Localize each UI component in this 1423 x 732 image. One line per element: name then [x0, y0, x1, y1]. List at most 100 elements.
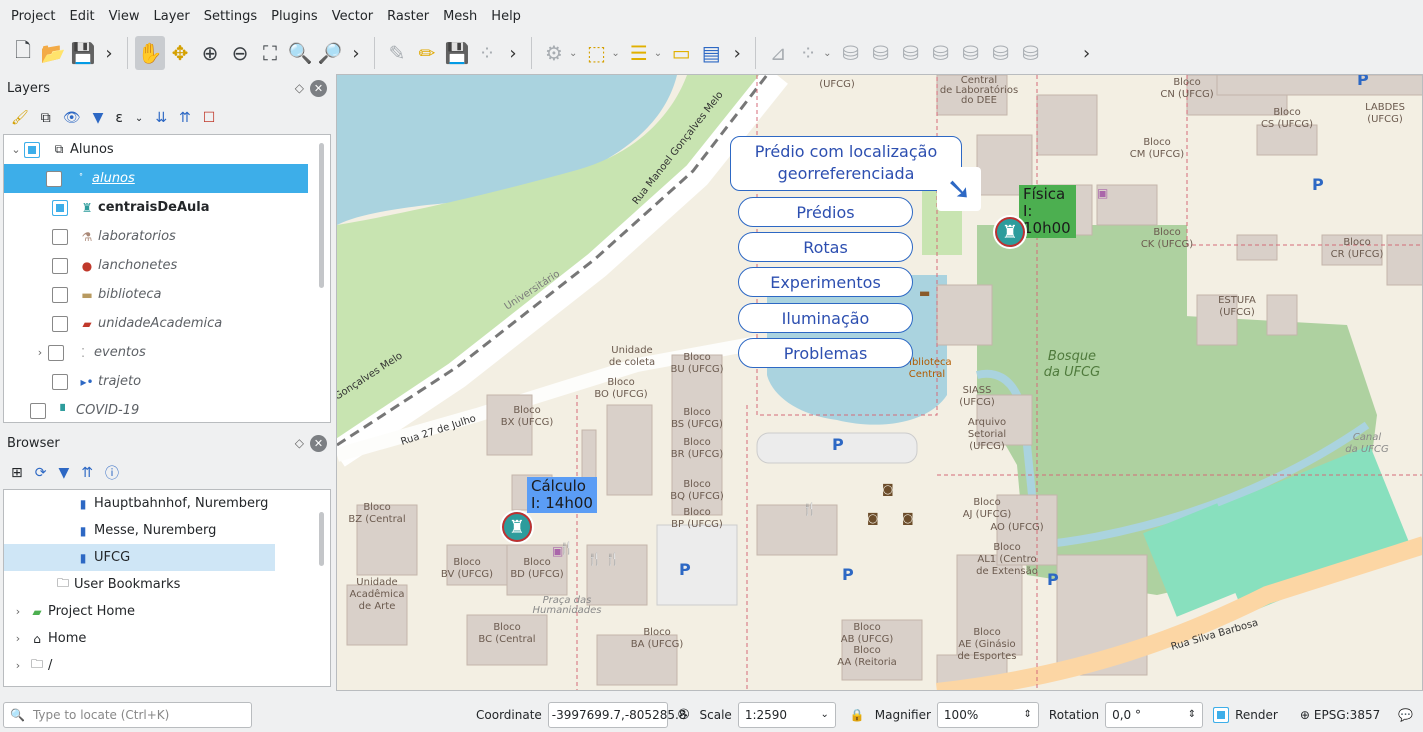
chevron-right-icon[interactable]: ›	[10, 605, 26, 618]
layer-checkbox[interactable]	[52, 257, 68, 274]
layer-item-covid19[interactable]: ▘ COVID-19	[4, 396, 330, 422]
magnifier-spinbox[interactable]: 100% ⇕	[936, 701, 1039, 728]
zoom-out-icon[interactable]: ⊖	[225, 36, 255, 70]
crs-globe-icon[interactable]: ⊕	[1300, 708, 1310, 722]
collapse-all-icon[interactable]: ⇈	[81, 465, 93, 481]
layer-checkbox[interactable]	[24, 141, 40, 158]
menu-plugins[interactable]: Plugins	[264, 9, 325, 24]
layer-checkbox[interactable]	[46, 170, 62, 187]
toolbar-overflow-chevron-icon[interactable]: ›	[502, 43, 524, 64]
layer-checkbox[interactable]	[52, 373, 68, 390]
browser-item-root[interactable]: › 🗀 /	[4, 652, 330, 679]
menu-edit[interactable]: Edit	[62, 9, 101, 24]
toolbar-overflow-chevron-icon[interactable]: ›	[345, 43, 367, 64]
zoom-full-icon[interactable]: ⛶	[255, 36, 285, 70]
save-edits-icon[interactable]: 💾	[442, 36, 472, 70]
button-iluminacao[interactable]: Iluminação	[738, 303, 913, 333]
rotation-spinbox[interactable]: 0,0 ° ⇕	[1105, 701, 1204, 728]
browser-scrollbar[interactable]	[319, 512, 324, 566]
layer-item-unidadeacademica[interactable]: ▰ unidadeAcademica	[4, 309, 330, 338]
chevron-right-icon[interactable]: ›	[10, 632, 26, 645]
delete-ring-icon[interactable]: ⛁	[986, 36, 1016, 70]
collapse-all-icon[interactable]: ⇈	[179, 110, 191, 126]
manage-themes-icon[interactable]: 👁	[63, 110, 81, 126]
save-project-icon[interactable]: 💾	[68, 36, 98, 70]
classroom-marker-fisica[interactable]: ♜	[993, 215, 1027, 249]
bookmark-item-hauptbahnhof[interactable]: ▮ Hauptbahnhof, Nuremberg	[4, 490, 330, 517]
simplify-feature-icon[interactable]: ⛁	[896, 36, 926, 70]
layer-item-alunos[interactable]: ˚ alunos	[4, 164, 308, 193]
add-selected-layers-icon[interactable]: ⊞	[11, 465, 23, 481]
layer-item-laboratorios[interactable]: ⚗ laboratorios	[4, 222, 330, 251]
current-edits-icon[interactable]: ✎	[382, 36, 412, 70]
toggle-editing-icon[interactable]: ✏	[412, 36, 442, 70]
select-features-icon[interactable]: ⬚	[581, 36, 611, 70]
add-group-icon[interactable]: ⧉	[41, 110, 51, 126]
classroom-marker-calculo[interactable]: ♜	[500, 510, 534, 544]
filter-browser-icon[interactable]: ▼	[58, 465, 69, 481]
zoom-in-icon[interactable]: ⊕	[195, 36, 225, 70]
layer-checkbox[interactable]	[52, 286, 68, 303]
properties-info-icon[interactable]: ⓘ	[105, 463, 119, 483]
lock-scale-icon[interactable]: 🔒	[850, 708, 865, 722]
chevron-down-icon[interactable]: ⌄	[135, 113, 143, 124]
zoom-to-selection-icon[interactable]: 🔍	[285, 36, 315, 70]
snapping-icon[interactable]: ⊿	[763, 36, 793, 70]
toolbar-overflow-chevron-icon[interactable]: ›	[726, 43, 748, 64]
vertex-tool-icon[interactable]: ⛁	[836, 36, 866, 70]
select-by-attribute-icon[interactable]: ☰	[624, 36, 654, 70]
attribute-table-icon[interactable]: ▤	[696, 36, 726, 70]
locator-search-box[interactable]: 🔍 Type to locate (Ctrl+K)	[3, 701, 252, 728]
layer-item-trajeto[interactable]: ▸• trajeto	[4, 367, 330, 396]
menu-vector[interactable]: Vector	[325, 9, 380, 24]
close-panel-icon[interactable]: ✕	[310, 434, 327, 452]
pan-to-selection-icon[interactable]: ✥	[165, 36, 195, 70]
zoom-to-layer-icon[interactable]: 🔎	[315, 36, 345, 70]
pan-hand-icon[interactable]: ✋	[135, 36, 165, 70]
layer-checkbox[interactable]	[52, 315, 68, 332]
browser-item-user-bookmarks[interactable]: 🗀 User Bookmarks	[4, 571, 330, 598]
layer-item-lanchonetes[interactable]: ● lanchonetes	[4, 251, 330, 280]
fill-ring-icon[interactable]: ⛁	[956, 36, 986, 70]
toggle-extents-icon[interactable]: ✇	[678, 707, 690, 723]
map-canvas[interactable]: PPP PPP Bloco BX (UFCG) Bloco BO (UFCG) Bl…	[336, 74, 1423, 691]
rotate-feature-icon[interactable]: ⛁	[866, 36, 896, 70]
digitize-icon[interactable]: ⁘	[793, 36, 823, 70]
coordinate-field[interactable]: -3997699.7,-805285.8	[547, 701, 686, 728]
render-checkbox[interactable]	[1213, 706, 1230, 723]
layer-checkbox[interactable]	[52, 228, 68, 245]
browser-item-home[interactable]: › ⌂ Home	[4, 625, 330, 652]
messages-icon[interactable]: 💬	[1398, 708, 1413, 722]
layers-scrollbar[interactable]	[319, 143, 324, 288]
delete-part-icon[interactable]: ⛁	[1016, 36, 1046, 70]
menu-help[interactable]: Help	[484, 9, 528, 24]
new-project-icon[interactable]: 🗋	[8, 36, 38, 70]
layer-item-eventos[interactable]: › ⁚ eventos	[4, 338, 330, 367]
bookmark-item-ufcg[interactable]: ▮ UFCG	[4, 544, 275, 571]
remove-layer-icon[interactable]: ☐	[203, 110, 216, 126]
close-panel-icon[interactable]: ✕	[310, 79, 327, 97]
deselect-features-icon[interactable]: ▭	[666, 36, 696, 70]
menu-view[interactable]: View	[102, 9, 147, 24]
layer-item-centraisdeaula[interactable]: ♜ centraisDeAula	[4, 193, 330, 222]
toolbar-overflow-chevron-icon[interactable]: ›	[98, 43, 120, 64]
button-experimentos[interactable]: Experimentos	[738, 267, 913, 297]
float-panel-icon[interactable]: ◇	[295, 436, 304, 450]
filter-by-expression-icon[interactable]: ε	[115, 110, 123, 126]
filter-legend-icon[interactable]: ▼	[93, 110, 104, 126]
chevron-right-icon[interactable]: ›	[32, 346, 48, 359]
layer-checkbox[interactable]	[52, 199, 68, 216]
menu-layer[interactable]: Layer	[147, 9, 197, 24]
add-ring-icon[interactable]: ⛁	[926, 36, 956, 70]
layer-item-biblioteca[interactable]: ▬ biblioteca	[4, 280, 330, 309]
toolbar-overflow-chevron-icon[interactable]: ›	[1076, 43, 1098, 64]
open-project-icon[interactable]: 📂	[38, 36, 68, 70]
browser-item-project-home[interactable]: › ▰ Project Home	[4, 598, 330, 625]
menu-project[interactable]: Project	[4, 9, 62, 24]
refresh-icon[interactable]: ⟳	[35, 465, 47, 481]
layer-styling-icon[interactable]: 🖌	[11, 110, 29, 126]
add-point-icon[interactable]: ⁘	[472, 36, 502, 70]
float-panel-icon[interactable]: ◇	[295, 81, 304, 95]
button-problemas[interactable]: Problemas	[738, 338, 913, 368]
chevron-down-icon[interactable]: ⌄	[8, 143, 24, 156]
